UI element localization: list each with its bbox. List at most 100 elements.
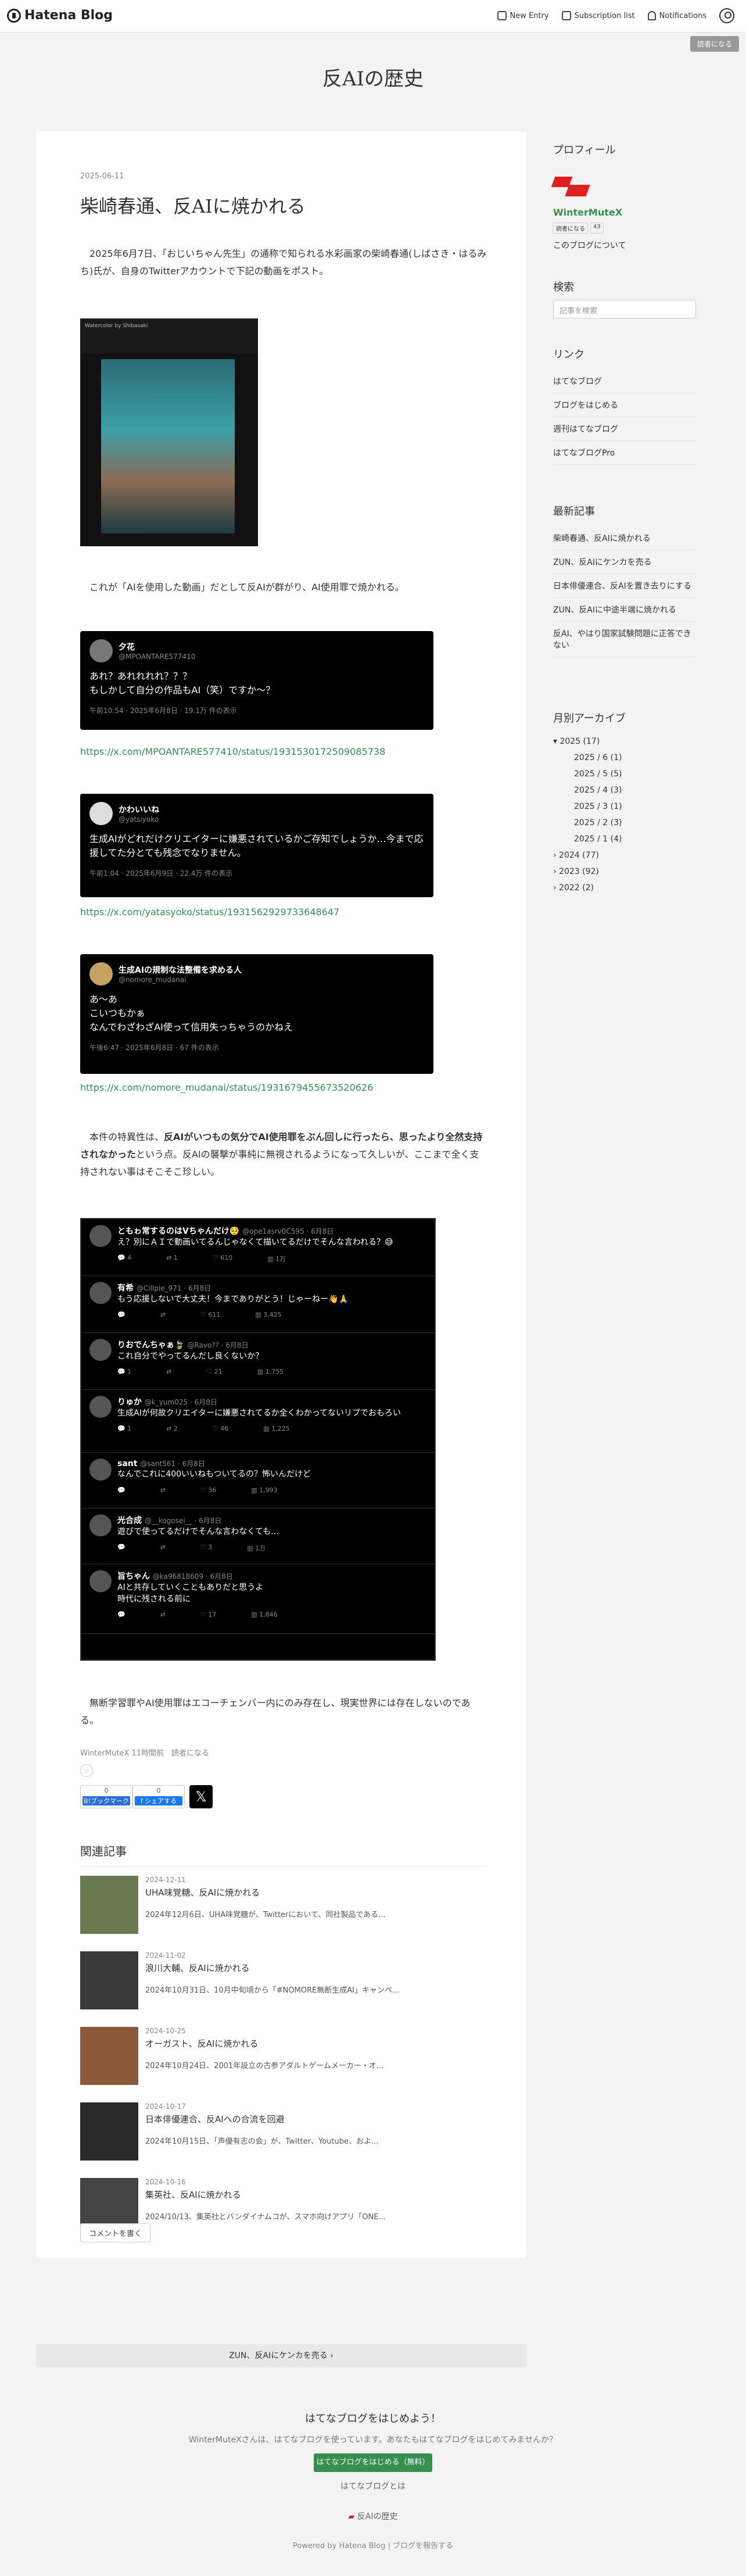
retweet-icon[interactable]: ⇄ bbox=[160, 1543, 166, 1553]
profile-avatar[interactable] bbox=[551, 173, 590, 199]
archive-item[interactable]: 2025 / 2 (3) bbox=[553, 815, 696, 831]
reply-row: りゅか @k_yum025 · 6月8日 生成AIが何故クリエイターに嫌悪されてる… bbox=[89, 1396, 426, 1419]
avatar[interactable] bbox=[89, 1514, 112, 1536]
retweet-icon[interactable]: ⇄ 2 bbox=[166, 1425, 178, 1432]
reply-item[interactable]: 光合成 @__kogosei__ · 6月8日 遊びで使ってるだけでそんな言わなく… bbox=[81, 1509, 435, 1564]
embedded-tweet-1[interactable]: 夕花 @MPOANTARE577410 あれ？あれれれれ？？？ もしかして自分の作… bbox=[80, 631, 433, 730]
comment-icon[interactable]: 💬 1 bbox=[117, 1425, 131, 1432]
avatar bbox=[89, 962, 113, 986]
like-icon[interactable]: ♡ 36 bbox=[200, 1486, 216, 1494]
reply-author[interactable]: 旨ちゃん @ka96818609 · 6月8日 bbox=[117, 1570, 263, 1582]
new-entry-link[interactable]: New Entry bbox=[497, 11, 549, 20]
reply-author[interactable]: 光合成 @__kogosei__ · 6月8日 bbox=[117, 1514, 279, 1526]
views-icon[interactable]: ▥ 1,225 bbox=[263, 1425, 289, 1432]
avatar[interactable] bbox=[89, 1339, 112, 1361]
views-icon[interactable]: ▥ 1万 bbox=[247, 1543, 266, 1553]
avatar[interactable] bbox=[89, 1225, 112, 1247]
next-article-link[interactable]: ZUN、反AIにケンカを売る › bbox=[36, 2344, 526, 2367]
search-input[interactable]: 記事を検索 bbox=[553, 300, 696, 318]
sidebar-link[interactable]: ブログをはじめる bbox=[553, 393, 696, 417]
reply-author[interactable]: りおでんちゃぁ🍃 @Ravo?? · 6月8日 bbox=[117, 1339, 263, 1350]
avatar[interactable] bbox=[89, 1282, 112, 1304]
like-icon[interactable]: ♡ 3 bbox=[200, 1543, 212, 1553]
archive-item[interactable]: › 2024 (77) bbox=[553, 847, 696, 864]
comment-icon[interactable]: 💬 bbox=[117, 1486, 125, 1494]
start-blog-button[interactable]: はてなブログをはじめる（無料） bbox=[314, 2453, 432, 2472]
embedded-tweet-3[interactable]: 生成AIの規制な法整備を求める人 @nomore_mudanai あ〜あ こいつも… bbox=[80, 954, 433, 1074]
blog-title[interactable]: 反AIの歴史 bbox=[0, 63, 746, 91]
recent-article-link[interactable]: 反AI、やはり国家試験問題に正答できない bbox=[553, 622, 696, 657]
recent-article-link[interactable]: 日本俳優連合、反AIを置き去りにする bbox=[553, 574, 696, 598]
archive-item[interactable]: 2025 / 1 (4) bbox=[553, 831, 696, 847]
reply-item[interactable]: 有希 @Cillpie_971 · 6月8日 もう応援しないで大丈夫！今までありが… bbox=[81, 1276, 435, 1333]
archive-item[interactable]: 2025 / 3 (1) bbox=[553, 798, 696, 815]
sidebar-link[interactable]: はてなブログPro bbox=[553, 441, 696, 465]
reply-item[interactable]: 旨ちゃん @ka96818609 · 6月8日 AIと共存していくこともありだと思… bbox=[81, 1564, 435, 1634]
search-heading: 検索 bbox=[553, 281, 574, 293]
profile-name[interactable]: WinterMuteX bbox=[553, 207, 696, 218]
tweet-link-3[interactable]: https://x.com/nomore_mudanai/status/1931… bbox=[80, 1082, 373, 1093]
retweet-icon[interactable]: ⇄ bbox=[160, 1486, 166, 1494]
like-icon[interactable]: ♡ 17 bbox=[200, 1611, 216, 1618]
reply-item[interactable]: りゅか @k_yum025 · 6月8日 生成AIが何故クリエイターに嫌悪されてる… bbox=[81, 1390, 435, 1453]
comment-icon[interactable]: 💬 bbox=[117, 1311, 125, 1319]
archive-item[interactable]: 2025 / 4 (3) bbox=[553, 782, 696, 798]
comment-icon[interactable]: 💬 4 bbox=[117, 1254, 131, 1263]
avatar[interactable] bbox=[89, 1459, 112, 1481]
avatar[interactable] bbox=[89, 1396, 112, 1418]
comment-icon[interactable]: 💬 1 bbox=[117, 1368, 131, 1375]
comment-icon[interactable]: 💬 bbox=[117, 1611, 125, 1618]
archive-item[interactable]: 2025 / 6 (1) bbox=[553, 750, 696, 766]
new-entry-label: New Entry bbox=[510, 11, 549, 20]
retweet-icon[interactable]: ⇄ bbox=[160, 1611, 166, 1618]
archive-item[interactable]: › 2023 (92) bbox=[553, 864, 696, 880]
reply-item[interactable]: りおでんちゃぁ🍃 @Ravo?? · 6月8日 これ自分でやってるんだし良くないか… bbox=[81, 1333, 435, 1390]
retweet-icon[interactable]: ⇄ bbox=[160, 1311, 166, 1319]
like-icon[interactable]: ♡ 46 bbox=[213, 1425, 228, 1432]
article-date[interactable]: 2025-06-11 bbox=[80, 172, 124, 181]
article-title[interactable]: 柴崎春通、反AIに焼かれる bbox=[80, 192, 306, 218]
views-icon[interactable]: ▥ 1,755 bbox=[257, 1368, 284, 1375]
tweet-text: あれ？あれれれれ？？？ もしかして自分の作品もAI（笑）ですか〜？ bbox=[89, 671, 275, 696]
about-link[interactable]: このブログについて bbox=[553, 239, 696, 251]
reader-tag[interactable]: 読者になる bbox=[553, 223, 588, 234]
sidebar-link[interactable]: はてなブログ bbox=[553, 370, 696, 393]
footer-blog-link[interactable]: ▰ 反AIの歴史 bbox=[0, 2510, 746, 2522]
retweet-icon[interactable]: ⇄ 1 bbox=[166, 1254, 178, 1263]
tweet-link-2[interactable]: https://x.com/yatasyoko/status/193156292… bbox=[80, 907, 339, 918]
subscribe-button[interactable]: 読者になる bbox=[690, 36, 739, 52]
reply-text: AIと共存していくこともありだと思うよ 時代に残される前に bbox=[117, 1583, 264, 1604]
hatena-logo[interactable]: Hatena Blog bbox=[7, 8, 113, 23]
archive-item[interactable]: ▾ 2025 (17) bbox=[553, 733, 696, 750]
reply-author[interactable]: りゅか @k_yum025 · 6月8日 bbox=[117, 1396, 401, 1407]
archive-item[interactable]: › 2022 (2) bbox=[553, 880, 696, 896]
like-icon[interactable]: ♡ 611 bbox=[200, 1311, 220, 1319]
recent-article-link[interactable]: ZUN、反AIにケンカを売る bbox=[553, 550, 696, 574]
tweet-link-1[interactable]: https://x.com/MPOANTARE577410/status/193… bbox=[80, 746, 385, 757]
user-menu-icon[interactable] bbox=[719, 8, 734, 23]
views-icon[interactable]: ▥ 3,425 bbox=[255, 1311, 281, 1319]
recent-article-link[interactable]: 柴崎春通、反AIに焼かれる bbox=[553, 526, 696, 550]
reply-author[interactable]: ともゎ常するのはVちゃんだけ🥺 @ope1asrv0C595 · 6月8日 bbox=[117, 1225, 393, 1237]
views-icon[interactable]: ▥ 1,846 bbox=[251, 1611, 277, 1618]
sidebar-link[interactable]: 週刊はてなブログ bbox=[553, 417, 696, 441]
notifications-link[interactable]: Notifications bbox=[647, 11, 706, 20]
archive-item[interactable]: 2025 / 5 (5) bbox=[553, 766, 696, 782]
reply-author[interactable]: sant @sant561 · 6月8日 bbox=[117, 1459, 311, 1468]
subscription-link[interactable]: Subscription list bbox=[561, 11, 635, 20]
recent-article-link[interactable]: ZUN、反AIに中途半端に焼かれる bbox=[553, 598, 696, 622]
reply-author[interactable]: 有希 @Cillpie_971 · 6月8日 bbox=[117, 1282, 349, 1294]
reply-item[interactable]: sant @sant561 · 6月8日 なんでこれに400いいねもついてるの？怖… bbox=[81, 1453, 435, 1509]
about-hatena-link[interactable]: はてなブログとは bbox=[0, 2480, 746, 2492]
retweet-icon[interactable]: ⇄ bbox=[166, 1368, 171, 1375]
comment-icon[interactable]: 💬 bbox=[117, 1543, 125, 1553]
like-icon[interactable]: ♡ 21 bbox=[206, 1368, 222, 1375]
like-icon[interactable]: ♡ 610 bbox=[213, 1254, 232, 1263]
reply-item[interactable]: ともゎ常するのはVちゃんだけ🥺 @ope1asrv0C595 · 6月8日 え？別… bbox=[81, 1219, 435, 1276]
powered-by[interactable]: Powered by Hatena Blog | ブログを報告する bbox=[0, 2539, 746, 2550]
embedded-tweet-2[interactable]: かわいいね @yatsiyoko 生成AIがどれだけクリエイターに嫌悪されているか… bbox=[80, 794, 433, 897]
views-icon[interactable]: ▥ 1,993 bbox=[251, 1486, 277, 1494]
tweet-meta: 午後6:47 · 2025年6月8日 · 67 件の表示 bbox=[89, 1044, 219, 1052]
avatar[interactable] bbox=[89, 1570, 112, 1592]
views-icon[interactable]: ▥ 1万 bbox=[267, 1254, 286, 1263]
